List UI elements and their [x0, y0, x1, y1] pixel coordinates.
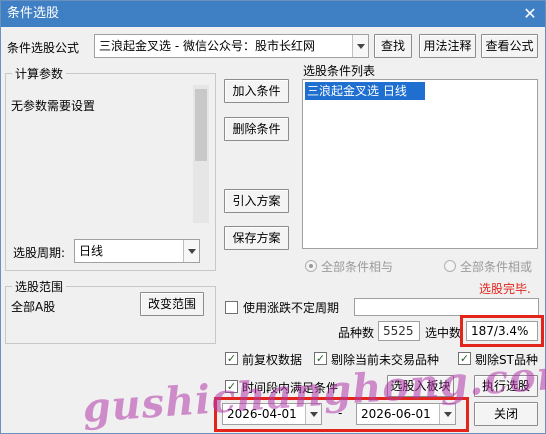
close-icon[interactable]: ✕ [521, 1, 539, 27]
params-text: 无参数需要设置 [11, 99, 96, 113]
formula-select[interactable]: 三浪起金叉选 - 微信公众号：股市长红网 [94, 34, 369, 58]
usage-notes-button[interactable]: 用法注释 [419, 34, 476, 58]
params-group-label: 计算参数 [12, 65, 67, 82]
save-scheme-button[interactable]: 保存方案 [224, 226, 289, 250]
close-button[interactable]: 关闭 [474, 402, 538, 426]
all-and-radio[interactable] [305, 260, 317, 272]
chevron-down-icon[interactable] [183, 240, 199, 262]
all-or-label: 全部条件相或 [460, 260, 533, 274]
period-select-value: 日线 [79, 244, 104, 258]
view-formula-button[interactable]: 查看公式 [481, 34, 538, 58]
adjust-checkbox[interactable]: ✓ [225, 352, 238, 365]
scrollbar-thumb[interactable] [195, 89, 207, 161]
highlight-box [460, 315, 544, 347]
uncertain-period-label: 使用涨跌不定周期 [243, 301, 340, 315]
formula-select-value: 三浪起金叉选 - 微信公众号：股市长红网 [99, 39, 315, 53]
uncertain-period-input[interactable] [354, 298, 539, 316]
adjust-label: 前复权数据 [242, 353, 303, 367]
period-select[interactable]: 日线 [74, 239, 200, 263]
all-or-radio[interactable] [444, 260, 456, 272]
range-value: 全部A股 [11, 300, 56, 314]
list-item[interactable]: 三浪起金叉选 日线 [305, 82, 425, 100]
change-range-button[interactable]: 改变范围 [140, 292, 204, 316]
find-button[interactable]: 查找 [374, 34, 412, 58]
condition-list-label: 选股条件列表 [303, 64, 376, 78]
delete-condition-button[interactable]: 删除条件 [224, 117, 289, 141]
chevron-down-icon[interactable] [352, 35, 368, 57]
title-bar: 条件选股 [1, 1, 545, 27]
range-group-label: 选股范围 [12, 278, 67, 295]
total-count-label: 品种数 [338, 326, 375, 340]
exclude-untraded-checkbox[interactable]: ✓ [314, 352, 327, 365]
condition-list[interactable]: 三浪起金叉选 日线 [302, 79, 538, 249]
total-count-value: 5525 [378, 321, 420, 341]
condition-stock-picker-window: 条件选股 ✕ 条件选股公式 三浪起金叉选 - 微信公众号：股市长红网 查找 用法… [0, 0, 546, 434]
params-scrollbar[interactable] [193, 85, 209, 223]
window-title: 条件选股 [7, 6, 60, 21]
status-text: 选股完毕. [479, 282, 531, 296]
import-scheme-button[interactable]: 引入方案 [224, 189, 289, 213]
uncertain-period-checkbox[interactable] [225, 301, 238, 314]
period-label: 选股周期: [13, 246, 66, 260]
add-condition-button[interactable]: 加入条件 [224, 79, 289, 103]
all-and-label: 全部条件相与 [321, 260, 394, 274]
selected-count-label: 选中数 [425, 326, 462, 340]
formula-label: 条件选股公式 [7, 41, 80, 55]
